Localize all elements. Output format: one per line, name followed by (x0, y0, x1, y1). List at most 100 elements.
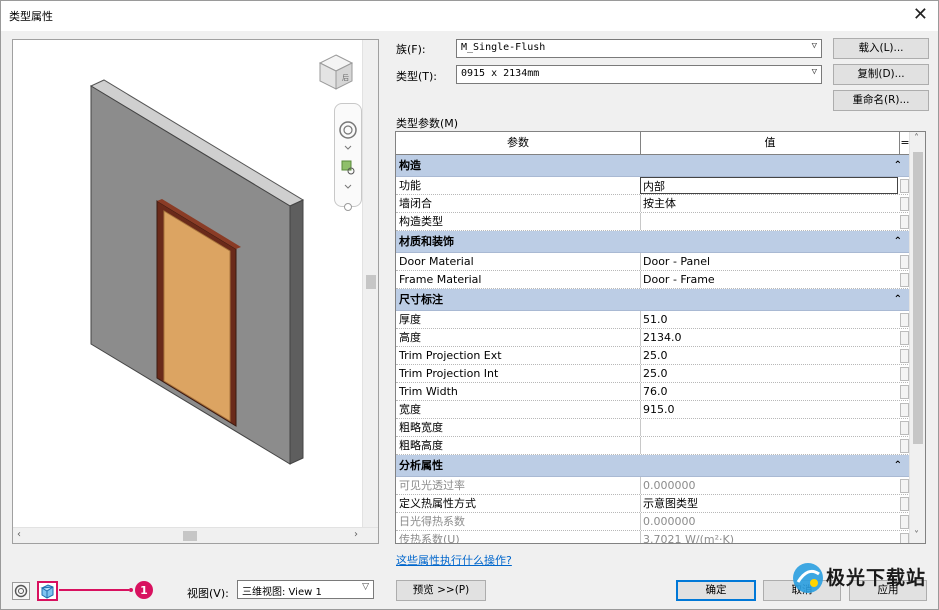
column-header-parameter[interactable]: 参数 (396, 132, 641, 154)
table-row[interactable]: 厚度 51.0 (396, 311, 910, 329)
group-header[interactable]: 分析属性 ⌃ (396, 455, 910, 477)
associate-parameter-button[interactable] (900, 255, 909, 269)
table-row[interactable]: 宽度 915.0 (396, 401, 910, 419)
table-row[interactable]: 传热系数(U) 3.7021 W/(m²·K) (396, 531, 910, 544)
associate-parameter-button[interactable] (900, 515, 909, 529)
collapse-chevron-icon[interactable]: ⌃ (894, 155, 902, 177)
preview-vertical-scrollbar[interactable] (362, 40, 378, 528)
table-row[interactable]: 日光得热系数 0.000000 (396, 513, 910, 531)
associate-parameter-button[interactable] (900, 273, 909, 287)
scroll-left-icon[interactable]: ‹ (17, 528, 21, 542)
scroll-down-icon[interactable]: ˅ (914, 529, 919, 543)
table-row[interactable]: 可见光透过率 0.000000 (396, 477, 910, 495)
rename-button[interactable]: 重命名(R)... (833, 90, 929, 111)
type-value: 0915 x 2134mm (461, 68, 540, 79)
associate-parameter-button[interactable] (900, 497, 909, 511)
associate-parameter-button[interactable] (900, 533, 909, 543)
scroll-up-icon[interactable]: ˄ (914, 132, 919, 146)
associate-parameter-button[interactable] (900, 385, 909, 399)
parameter-value[interactable]: 2134.0 (640, 329, 898, 346)
group-header[interactable]: 构造 ⌃ (396, 155, 910, 177)
ok-button[interactable]: 确定 (676, 580, 756, 601)
close-icon[interactable]: ✕ (913, 4, 928, 26)
table-row[interactable]: Trim Projection Int 25.0 (396, 365, 910, 383)
parameter-name: 传热系数(U) (399, 533, 460, 544)
navbar-options-icon[interactable] (344, 203, 352, 211)
parameter-value[interactable]: 内部 (640, 177, 898, 194)
parameter-name: 粗略宽度 (399, 421, 443, 434)
parameter-value[interactable] (640, 419, 898, 436)
3d-view-cube-toggle-icon[interactable] (37, 581, 58, 601)
preview-viewport[interactable]: 后 ‹ › (12, 39, 379, 544)
parameter-value[interactable]: 51.0 (640, 311, 898, 328)
preview-horizontal-scrollbar[interactable]: ‹ › (13, 527, 378, 543)
table-row[interactable]: Trim Projection Ext 25.0 (396, 347, 910, 365)
table-row[interactable]: Door Material Door - Panel (396, 253, 910, 271)
parameter-value[interactable]: 示意图类型 (640, 495, 898, 512)
steering-wheel-toggle-icon[interactable] (12, 582, 30, 600)
parameter-name: 构造类型 (399, 215, 443, 228)
parameter-value[interactable] (640, 213, 898, 230)
associate-parameter-button[interactable] (900, 179, 909, 193)
associate-parameter-button[interactable] (900, 421, 909, 435)
family-value: M_Single-Flush (461, 42, 546, 53)
associate-parameter-button[interactable] (900, 197, 909, 211)
collapse-chevron-icon[interactable]: ⌃ (894, 231, 902, 253)
parameter-value[interactable]: Door - Frame (640, 271, 898, 288)
group-header[interactable]: 材质和装饰 ⌃ (396, 231, 910, 253)
type-combobox[interactable]: 0915 x 2134mm ▽ (456, 65, 822, 84)
duplicate-button[interactable]: 复制(D)... (833, 64, 929, 85)
load-button[interactable]: 载入(L)... (833, 38, 929, 59)
associate-parameter-button[interactable] (900, 349, 909, 363)
associate-parameter-button[interactable] (900, 479, 909, 493)
table-row[interactable]: 墙闭合 按主体 (396, 195, 910, 213)
view-combobox[interactable]: 三维视图: View 1 ▽ (237, 580, 374, 599)
type-label: 类型(T): (396, 70, 438, 83)
associate-parameter-button[interactable] (900, 215, 909, 229)
parameter-value[interactable]: 按主体 (640, 195, 898, 212)
collapse-chevron-icon[interactable]: ⌃ (894, 289, 902, 311)
table-row[interactable]: Trim Width 76.0 (396, 383, 910, 401)
associate-parameter-button[interactable] (900, 439, 909, 453)
parameter-value[interactable]: 25.0 (640, 347, 898, 364)
collapse-chevron-icon[interactable]: ⌃ (894, 455, 902, 477)
table-row[interactable]: 构造类型 (396, 213, 910, 231)
parameter-value[interactable]: 0.000000 (640, 477, 898, 494)
view-cube-icon[interactable]: 后 (316, 52, 356, 92)
parameter-name: Door Material (399, 255, 474, 268)
type-parameters-table: 参数 值 = 构造 ⌃ 功能 内部 墙闭合 按主体 构造类型 材质和装饰 ⌃ Door Mater… (395, 131, 926, 544)
parameter-value[interactable] (640, 437, 898, 454)
associate-parameter-button[interactable] (900, 403, 909, 417)
table-vertical-scrollbar[interactable]: ˄ ˅ (909, 132, 925, 543)
parameter-value[interactable]: 25.0 (640, 365, 898, 382)
view-label: 视图(V): (187, 587, 229, 600)
scroll-right-icon[interactable]: › (354, 528, 358, 542)
help-link[interactable]: 这些属性执行什么操作? (396, 552, 512, 568)
column-header-value[interactable]: 值 (641, 132, 900, 154)
associate-parameter-button[interactable] (900, 331, 909, 345)
parameter-value[interactable]: 0.000000 (640, 513, 898, 530)
preview-vertical-thumb[interactable] (366, 275, 376, 289)
table-row[interactable]: 粗略高度 (396, 437, 910, 455)
steering-wheel-icon[interactable] (339, 121, 357, 139)
table-row[interactable]: 粗略宽度 (396, 419, 910, 437)
group-name: 尺寸标注 (399, 293, 443, 306)
table-vertical-thumb[interactable] (913, 152, 923, 444)
table-row[interactable]: 定义热属性方式 示意图类型 (396, 495, 910, 513)
parameter-name: 日光得热系数 (399, 515, 465, 528)
group-header[interactable]: 尺寸标注 ⌃ (396, 289, 910, 311)
table-row[interactable]: 功能 内部 (396, 177, 910, 195)
associate-parameter-button[interactable] (900, 367, 909, 381)
preview-horizontal-thumb[interactable] (183, 531, 197, 541)
parameter-value[interactable]: 915.0 (640, 401, 898, 418)
parameter-name: 厚度 (399, 313, 421, 326)
associate-parameter-button[interactable] (900, 313, 909, 327)
preview-button[interactable]: 预览 >>(P) (396, 580, 486, 601)
parameter-value[interactable]: 3.7021 W/(m²·K) (640, 531, 898, 543)
table-row[interactable]: 高度 2134.0 (396, 329, 910, 347)
family-combobox[interactable]: M_Single-Flush ▽ (456, 39, 822, 58)
parameter-value[interactable]: 76.0 (640, 383, 898, 400)
parameter-value[interactable]: Door - Panel (640, 253, 898, 270)
view-cube-face-label: 后 (342, 73, 349, 82)
table-row[interactable]: Frame Material Door - Frame (396, 271, 910, 289)
